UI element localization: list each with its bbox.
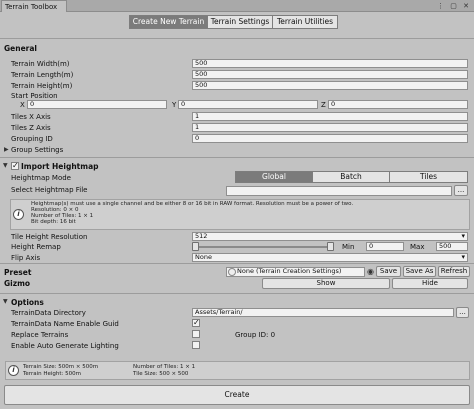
replace-terrains-label: Replace Terrains: [11, 331, 69, 339]
save-button[interactable]: Save: [376, 266, 401, 277]
select-heightmap-label: Select Heightmap File: [11, 186, 88, 194]
help-text-line: Heightmap(s) must use a single channel a…: [31, 201, 354, 207]
grouping-id-label: Grouping ID: [11, 135, 53, 143]
gizmo-hide-button[interactable]: Hide: [392, 278, 468, 289]
import-heightmap-title: Import Heightmap: [21, 162, 99, 171]
options-title: Options: [11, 298, 44, 307]
start-x-field[interactable]: 0: [27, 100, 167, 109]
height-remap-label: Height Remap: [11, 243, 61, 251]
terrain-height-field[interactable]: 500: [192, 81, 468, 90]
window-menu-icons[interactable]: ⋮ ▢ ✕: [437, 2, 471, 10]
enable-guid-checkbox[interactable]: [192, 318, 200, 327]
number-of-tiles-text: Number of Tiles: 1 × 1: [133, 364, 196, 370]
tile-size-text: Tile Size: 500 × 500: [133, 371, 189, 377]
tiles-z-label: Tiles Z Axis: [11, 124, 51, 132]
min-field[interactable]: 0: [366, 242, 404, 251]
window-tab[interactable]: Terrain Toolbox: [1, 0, 67, 12]
import-heightmap-checkbox[interactable]: [11, 161, 19, 170]
grouping-id-field[interactable]: 0: [192, 134, 468, 143]
group-settings-label[interactable]: Group Settings: [11, 146, 63, 154]
refresh-button[interactable]: Refresh: [438, 266, 470, 277]
object-picker-icon[interactable]: ◉: [367, 267, 374, 276]
general-title: General: [4, 44, 37, 53]
heightmap-file-field[interactable]: [226, 186, 452, 196]
height-remap-max-thumb[interactable]: [327, 242, 334, 251]
tab-terrain-utilities[interactable]: Terrain Utilities: [272, 15, 338, 29]
terrain-length-field[interactable]: 500: [192, 70, 468, 79]
tile-height-resolution-dropdown[interactable]: 512: [192, 232, 468, 241]
terraindata-directory-label: TerrainData Directory: [11, 309, 86, 317]
save-as-button[interactable]: Save As: [403, 266, 436, 277]
create-button[interactable]: Create: [4, 385, 470, 405]
info-icon: i: [13, 209, 24, 220]
terrain-size-text: Terrain Size: 500m × 500m: [23, 364, 99, 370]
start-z-field[interactable]: 0: [328, 100, 468, 109]
divider: [0, 38, 474, 39]
heightmap-mode-tiles[interactable]: Tiles: [389, 171, 468, 183]
auto-lighting-checkbox[interactable]: [192, 341, 200, 349]
start-y-field[interactable]: 0: [178, 100, 318, 109]
height-remap-slider-track[interactable]: [195, 246, 332, 248]
auto-lighting-label: Enable Auto Generate Lighting: [11, 342, 119, 350]
options-foldout-icon[interactable]: ▼: [3, 298, 8, 305]
gizmo-show-button[interactable]: Show: [262, 278, 390, 289]
max-label: Max: [410, 243, 425, 251]
terrain-width-field[interactable]: 500: [192, 59, 468, 68]
gizmo-label: Gizmo: [4, 279, 31, 288]
flip-axis-dropdown[interactable]: None: [192, 253, 468, 262]
heightmap-mode-global[interactable]: Global: [235, 171, 313, 183]
terraindata-directory-field[interactable]: Assets/Terrain/: [192, 308, 454, 317]
help-text-line: Bit depth: 16 bit: [31, 219, 76, 225]
info-icon: i: [8, 365, 19, 376]
window-tab-bar: [0, 0, 474, 12]
tab-terrain-settings[interactable]: Terrain Settings: [207, 15, 273, 29]
heightmap-mode-label: Heightmap Mode: [11, 174, 71, 182]
group-settings-foldout-icon[interactable]: ▶: [4, 146, 9, 153]
flip-axis-label: Flip Axis: [11, 254, 41, 262]
terrain-height-text: Terrain Height: 500m: [23, 371, 82, 377]
tile-height-resolution-label: Tile Height Resolution: [11, 233, 88, 241]
start-position-label: Start Position: [11, 92, 58, 100]
heightmap-browse-button[interactable]: ...: [454, 185, 468, 196]
height-remap-min-thumb[interactable]: [192, 242, 199, 251]
tiles-x-label: Tiles X Axis: [11, 113, 51, 121]
start-y-label: Y: [172, 101, 177, 109]
group-id-label: Group ID: 0: [235, 331, 276, 339]
preset-label: Preset: [4, 268, 32, 277]
object-icon: [228, 268, 236, 276]
preset-object-field[interactable]: None (Terrain Creation Settings): [226, 267, 365, 277]
divider: [0, 157, 474, 158]
tab-create-new-terrain[interactable]: Create New Terrain: [129, 15, 208, 29]
divider: [0, 293, 474, 294]
tiles-z-field[interactable]: 1: [192, 123, 468, 132]
directory-browse-button[interactable]: ...: [456, 307, 469, 318]
start-x-label: X: [20, 101, 25, 109]
heightmap-foldout-icon[interactable]: ▼: [3, 162, 8, 169]
replace-terrains-checkbox[interactable]: [192, 330, 200, 338]
divider: [0, 263, 474, 264]
tiles-x-field[interactable]: 1: [192, 112, 468, 121]
min-label: Min: [342, 243, 355, 251]
heightmap-mode-batch[interactable]: Batch: [312, 171, 390, 183]
enable-guid-label: TerrainData Name Enable Guid: [11, 320, 119, 328]
terrain-width-label: Terrain Width(m): [11, 60, 70, 68]
terrain-length-label: Terrain Length(m): [11, 71, 74, 79]
terrain-height-label: Terrain Height(m): [11, 82, 73, 90]
max-field[interactable]: 500: [436, 242, 468, 251]
start-z-label: Z: [321, 101, 326, 109]
